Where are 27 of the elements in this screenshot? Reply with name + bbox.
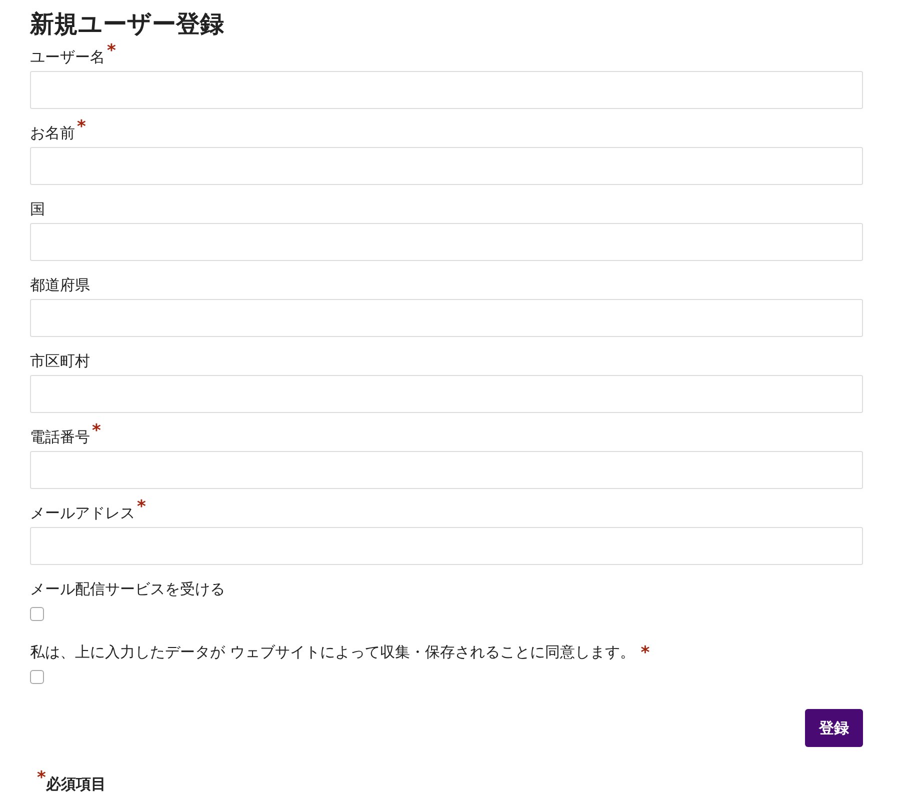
checkbox-label: メール配信サービスを受ける [30, 579, 225, 599]
required-asterisk: * [92, 423, 101, 440]
required-asterisk: * [77, 119, 86, 136]
required-asterisk: * [107, 43, 116, 60]
footnote-text: 必須項目 [46, 774, 106, 794]
input-field[interactable] [30, 71, 863, 109]
input-field[interactable] [30, 451, 863, 489]
input-field[interactable] [30, 375, 863, 413]
input-field[interactable] [30, 147, 863, 185]
field-label: 市区町村 [30, 351, 90, 371]
field-label: 国 [30, 199, 45, 219]
checkbox[interactable] [30, 670, 44, 684]
field-label: ユーザー名 [30, 47, 105, 67]
input-field[interactable] [30, 299, 863, 337]
submit-button[interactable]: 登録 [805, 709, 863, 747]
checkbox-label: 私は、上に入力したデータが ウェブサイトによって収集・保存されることに同意します。 [30, 642, 635, 662]
required-asterisk: * [640, 645, 650, 662]
field-label: メールアドレス [30, 503, 135, 523]
field-label: 電話番号 [30, 427, 90, 447]
form-title: 新規ユーザー登録 [30, 9, 224, 40]
input-field[interactable] [30, 223, 863, 261]
checkbox[interactable] [30, 607, 44, 621]
required-asterisk: * [37, 770, 46, 787]
input-field[interactable] [30, 527, 863, 565]
field-label: お名前 [30, 123, 75, 143]
required-asterisk: * [137, 499, 146, 516]
field-label: 都道府県 [30, 275, 90, 295]
